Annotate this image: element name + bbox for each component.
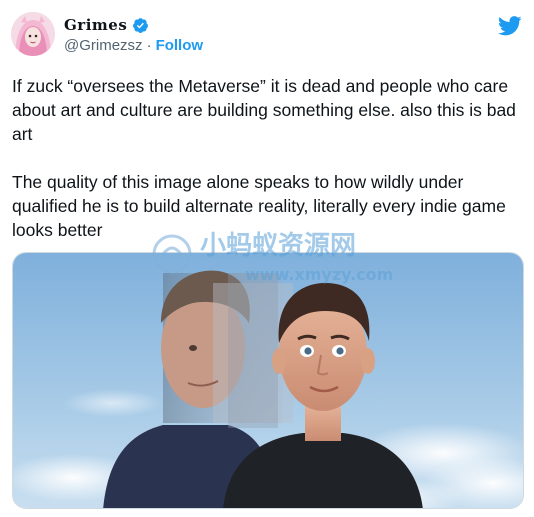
- avatar[interactable]: [11, 12, 55, 56]
- avatar-portrait-icon: [11, 12, 55, 56]
- follow-button[interactable]: Follow: [156, 37, 204, 54]
- tweet-paragraph-2: The quality of this image alone speaks t…: [12, 172, 506, 240]
- author-display-name[interactable]: Grimes: [64, 16, 127, 34]
- author-handle-row: @Grimezsz · Follow: [64, 37, 203, 54]
- author-handle[interactable]: @Grimezsz: [64, 37, 143, 54]
- tweet-paragraph-1: If zuck “oversees the Metaverse” it is d…: [12, 76, 516, 144]
- tweet-text: If zuck “oversees the Metaverse” it is d…: [12, 74, 526, 242]
- verified-badge-icon: [133, 17, 149, 33]
- tweet-image-illustration: [13, 253, 523, 508]
- twitter-bird-icon[interactable]: [498, 15, 522, 37]
- separator-dot: ·: [146, 37, 152, 54]
- tweet-card: Grimes @Grimezsz · Follow If zuck “overs…: [0, 0, 534, 517]
- author-name-row: Grimes: [64, 14, 149, 36]
- tweet-media-image[interactable]: [12, 252, 524, 509]
